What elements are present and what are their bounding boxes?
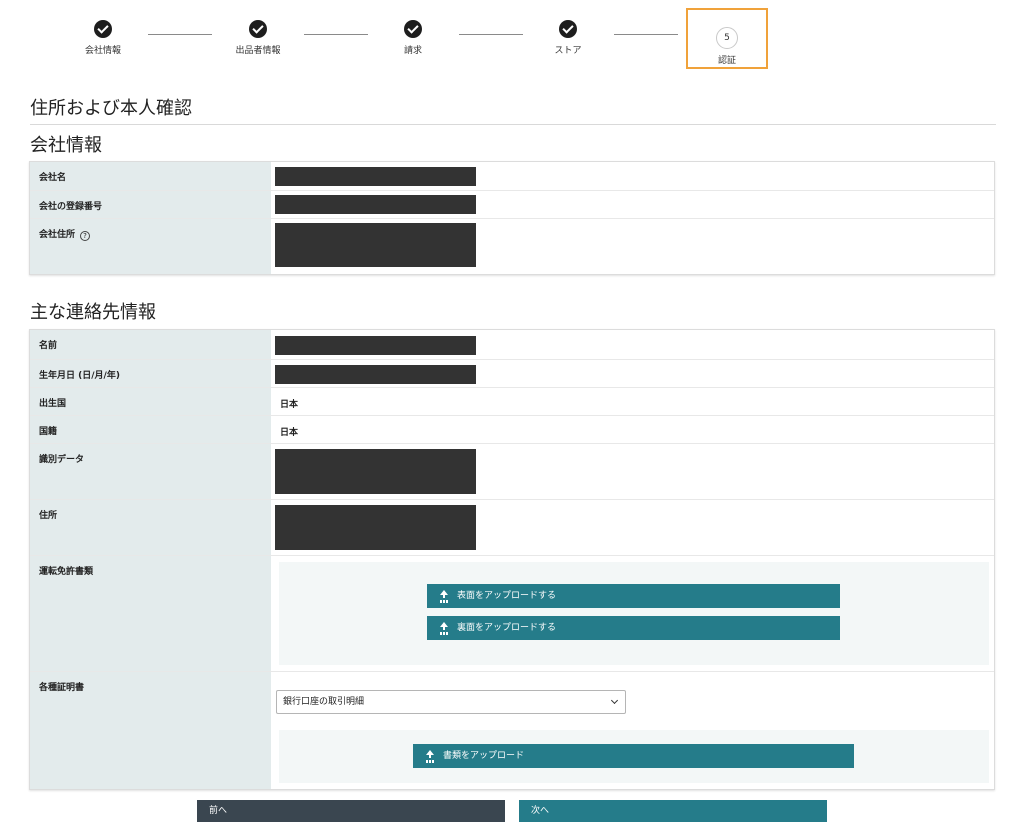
name-row: 名前 — [30, 330, 994, 359]
field-label: 会社住所? — [39, 227, 91, 241]
birthdate-row: 生年月日 (日/月/年) — [30, 359, 994, 387]
redacted-value — [275, 167, 476, 186]
id-data-row: 識別データ — [30, 443, 994, 499]
certificate-upload-area: 書類をアップロード — [279, 730, 989, 783]
step-connector — [148, 34, 212, 35]
upload-icon — [439, 622, 449, 634]
step-connector — [304, 34, 368, 35]
field-label: 出生国 — [39, 399, 67, 409]
step-label: ストア — [554, 46, 582, 56]
redacted-value — [275, 365, 476, 384]
step-number: 5 — [716, 27, 738, 49]
field-label: 識別データ — [39, 455, 85, 465]
step-connector — [459, 34, 523, 35]
upload-icon — [425, 750, 435, 762]
button-label: 書類をアップロード — [443, 751, 525, 761]
redacted-value — [275, 195, 476, 214]
step-billing[interactable]: 請求 — [373, 20, 453, 56]
next-button[interactable]: 次へ — [519, 800, 827, 822]
step-company-info[interactable]: 会社情報 — [63, 20, 143, 56]
help-icon[interactable]: ? — [80, 231, 91, 241]
field-label: 住所 — [39, 511, 58, 521]
document-type-select[interactable]: 銀行口座の取引明細 — [276, 690, 626, 714]
selected-value: 銀行口座の取引明細 — [283, 697, 365, 707]
company-name-row: 会社名 — [30, 162, 994, 190]
contact-info-panel: 名前 生年月日 (日/月/年) 出生国 日本 国籍 日本 識別データ 住所 運転… — [29, 329, 995, 790]
button-label: 表面をアップロードする — [457, 591, 557, 601]
field-label: 会社名 — [39, 173, 67, 183]
redacted-value — [275, 449, 476, 494]
step-verification-active[interactable]: 5 認証 — [686, 8, 768, 69]
field-label: 名前 — [39, 341, 58, 351]
check-icon — [559, 20, 577, 38]
field-label-text: 会社住所 — [39, 230, 76, 240]
step-label: 出品者情報 — [235, 46, 281, 56]
step-store[interactable]: ストア — [528, 20, 608, 56]
company-registration-row: 会社の登録番号 — [30, 190, 994, 218]
field-value: 日本 — [280, 400, 299, 410]
license-upload-area: 表面をアップロードする 裏面をアップロードする — [279, 562, 989, 665]
redacted-value — [275, 505, 476, 550]
field-value: 日本 — [280, 428, 299, 438]
button-label: 裏面をアップロードする — [457, 623, 557, 633]
check-icon — [404, 20, 422, 38]
company-section-title: 会社情報 — [30, 135, 102, 156]
drivers-license-row: 運転免許書類 表面をアップロードする 裏面をアップロードする — [30, 555, 994, 671]
company-info-panel: 会社名 会社の登録番号 会社住所? — [29, 161, 995, 275]
redacted-value — [275, 336, 476, 355]
upload-document-button[interactable]: 書類をアップロード — [413, 744, 854, 768]
birth-country-row: 出生国 日本 — [30, 387, 994, 415]
divider — [30, 124, 996, 125]
previous-button[interactable]: 前へ — [197, 800, 505, 822]
step-seller-info[interactable]: 出品者情報 — [218, 20, 298, 56]
upload-front-button[interactable]: 表面をアップロードする — [427, 584, 840, 608]
page-title: 住所および本人確認 — [30, 98, 192, 119]
step-connector — [614, 34, 678, 35]
field-label: 各種証明書 — [39, 683, 85, 693]
check-icon — [94, 20, 112, 38]
step-label: 認証 — [717, 56, 736, 66]
upload-icon — [439, 590, 449, 602]
chevron-down-icon — [610, 696, 619, 705]
step-label: 会社情報 — [84, 46, 121, 56]
field-label: 国籍 — [39, 427, 58, 437]
field-label: 生年月日 (日/月/年) — [39, 371, 120, 381]
certificates-row: 各種証明書 書類をアップロード — [30, 671, 994, 790]
upload-back-button[interactable]: 裏面をアップロードする — [427, 616, 840, 640]
check-icon — [249, 20, 267, 38]
field-label: 会社の登録番号 — [39, 202, 103, 212]
field-label: 運転免許書類 — [39, 567, 94, 577]
progress-stepper: 会社情報 出品者情報 請求 ストア 5 認証 — [0, 0, 1024, 72]
redacted-value — [275, 223, 476, 267]
company-address-row: 会社住所? — [30, 218, 994, 275]
contact-section-title: 主な連絡先情報 — [30, 302, 156, 323]
step-label: 請求 — [403, 46, 422, 56]
nationality-row: 国籍 日本 — [30, 415, 994, 443]
address-row: 住所 — [30, 499, 994, 555]
